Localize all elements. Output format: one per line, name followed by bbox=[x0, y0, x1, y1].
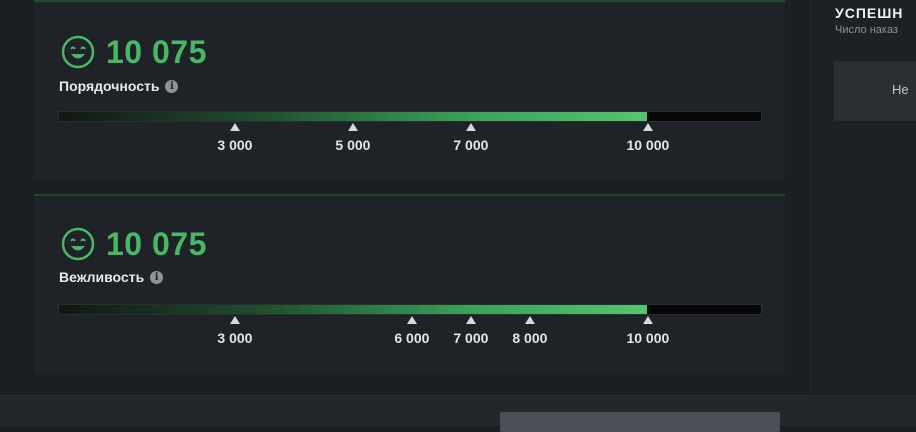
tick-label: 10 000 bbox=[626, 137, 670, 153]
tick-marker bbox=[465, 316, 476, 324]
tick-label: 3 000 bbox=[217, 137, 253, 153]
tick-label: 3 000 bbox=[217, 330, 253, 346]
tick-label: 7 000 bbox=[453, 137, 489, 153]
tick-marker bbox=[642, 123, 653, 131]
tick-marker bbox=[465, 123, 476, 131]
smiley-icon bbox=[61, 227, 95, 261]
politeness-score-row: 10 075 bbox=[61, 227, 207, 261]
politeness-label: Вежливость bbox=[59, 269, 145, 285]
tick-marker bbox=[524, 316, 535, 324]
tick-label: 10 000 bbox=[626, 330, 670, 346]
politeness-progress-bar bbox=[58, 304, 762, 315]
politeness-score-value: 10 075 bbox=[106, 226, 207, 262]
tick-label: 6 000 bbox=[394, 330, 430, 346]
info-icon[interactable]: i bbox=[165, 79, 179, 93]
behavior-label: Порядочность bbox=[59, 78, 160, 94]
smiley-icon bbox=[61, 35, 95, 69]
tick-marker bbox=[642, 316, 653, 324]
right-panel-title: УСПЕШН bbox=[835, 5, 904, 21]
politeness-label-row: Вежливость i bbox=[59, 269, 164, 285]
behavior-label-row: Порядочность i bbox=[59, 78, 179, 94]
politeness-progress-fill bbox=[59, 305, 648, 314]
right-panel-box: Не bbox=[834, 61, 916, 121]
info-icon[interactable]: i bbox=[150, 270, 164, 284]
tick-marker bbox=[229, 316, 240, 324]
right-panel-box-text: Не bbox=[892, 82, 909, 97]
right-panel-subtitle: Число наказ bbox=[835, 24, 898, 36]
tick-marker bbox=[229, 123, 240, 131]
behavior-progress-bar bbox=[58, 111, 762, 122]
tick-marker bbox=[406, 316, 417, 324]
behavior-score-panel: 10 075 Порядочность i 3 000 5 000 7 000 10 … bbox=[34, 0, 785, 179]
behavior-progress-fill bbox=[59, 112, 648, 121]
behavior-score-row: 10 075 bbox=[61, 35, 207, 69]
tick-label: 7 000 bbox=[453, 330, 489, 346]
tick-label: 5 000 bbox=[335, 137, 371, 153]
side-area bbox=[810, 0, 916, 395]
politeness-score-panel: 10 075 Вежливость i 3 000 6 000 7 000 8 000… bbox=[34, 194, 785, 374]
behavior-score-value: 10 075 bbox=[106, 34, 207, 70]
tick-label: 8 000 bbox=[512, 330, 548, 346]
bottom-button[interactable] bbox=[500, 412, 780, 432]
tick-marker bbox=[347, 123, 358, 131]
